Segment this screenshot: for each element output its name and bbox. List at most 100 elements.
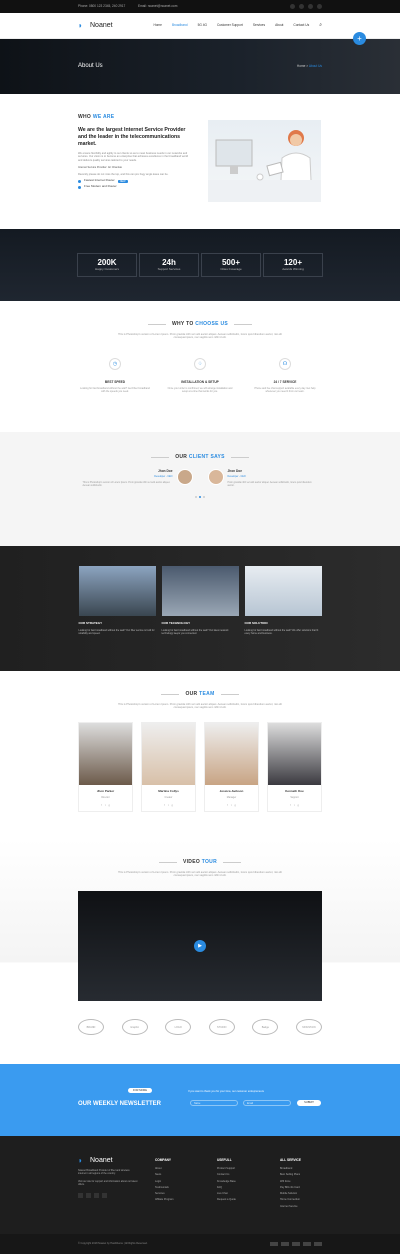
who-title: WHO WE ARE: [78, 114, 115, 120]
twitter-icon: t: [230, 803, 232, 807]
meeting-photo: [78, 566, 156, 616]
search-icon[interactable]: ⌕: [319, 22, 322, 29]
video-title: VIDEO TOUR: [182, 859, 218, 865]
nav-customer-support[interactable]: Customer Support: [217, 23, 243, 27]
why-choose-us-section: WHY TO CHOOSE US This is Photoshop's ver…: [0, 301, 400, 432]
strategy-section: OUR STRATEGY Looking for fast broadband w…: [0, 546, 400, 671]
facebook-icon: f: [164, 803, 165, 807]
new-badge: NEW: [117, 179, 128, 183]
page-banner: + About Us Home > About Us: [0, 32, 400, 94]
testimonial-text: This is Photoshop's version of Lorem Ips…: [82, 481, 171, 488]
facebook-icon: f: [227, 803, 228, 807]
copyright-text: © Copyright 2018 Noanet by Hashtheme | A…: [78, 1242, 148, 1246]
team-section: OUR TEAM This is Photoshop's version of …: [0, 671, 400, 839]
nav-home[interactable]: Home: [153, 23, 162, 27]
feature-item: Free Modem and Router: [78, 184, 193, 189]
testimonial-name: Jhon Doe: [227, 468, 243, 473]
who-we-are-section: WHO WE ARE We are the largest Internet S…: [0, 94, 400, 229]
facebook-icon: f: [101, 803, 102, 807]
feature-installation: ♢ INSTALLATION & SETUP Once your order is …: [165, 357, 235, 394]
testimonial: Jhon Doe Developer - CEO This is Photosho…: [82, 468, 193, 489]
who-headline: We are the largest Internet Service Prov…: [78, 126, 186, 147]
contact-email[interactable]: Email: noanet@noanet.com: [138, 4, 177, 8]
visa-icon: [270, 1242, 278, 1246]
vimeo-icon[interactable]: [94, 1192, 99, 1198]
team-lead: This is Photoshop's version of Lorem Ips…: [118, 702, 282, 710]
newsletter-section: FOR MORE OUR WEEKLY NEWSLETTER If you wa…: [0, 1064, 400, 1136]
nav-broadband[interactable]: Broadband: [172, 23, 188, 27]
card-solution: OUR SOLUTION Looking for fast broadband w…: [244, 566, 322, 671]
setup-icon: ♢: [194, 357, 206, 370]
copyright-bar: © Copyright 2018 Noanet by Hashtheme | A…: [0, 1234, 400, 1254]
plus-button[interactable]: +: [353, 32, 366, 45]
team-member[interactable]: Jhon Parker Director f t g: [78, 721, 133, 812]
discover-icon: [314, 1242, 322, 1246]
nav-about[interactable]: About: [275, 23, 283, 27]
twitter-icon: t: [104, 803, 106, 807]
brand-logo: LOGO: [165, 1019, 192, 1035]
logo-text: Noanet: [90, 21, 113, 29]
video-player[interactable]: ▶: [78, 891, 322, 1001]
who-paragraph: We ensure flexibility and agility to our…: [78, 151, 189, 163]
facebook-icon[interactable]: [290, 4, 295, 9]
brand-logo: STUDIO: [208, 1019, 235, 1035]
google-icon: g: [108, 803, 110, 807]
header: ◗ Noanet Home Broadband 5G 4G Customer S…: [0, 13, 400, 39]
office-woman-photo: [208, 120, 321, 203]
footer-about: Noanet Broadband Provider of fiber and w…: [78, 1169, 130, 1176]
breadcrumb-current: About Us: [308, 64, 322, 68]
brand-logo: Graphic: [121, 1019, 148, 1035]
handshake-photo: [244, 566, 322, 616]
card-strategy: OUR STRATEGY Looking for fast broadband w…: [78, 566, 156, 671]
who-provider: Internet Service Provider: Air Chamkie: [78, 165, 122, 169]
footer: ◗ Noanet Noanet Broadband Provider of fib…: [0, 1136, 400, 1234]
video-tour-section: VIDEO TOUR This is Photoshop's version o…: [0, 839, 400, 1064]
footer-social: [78, 1192, 138, 1198]
team-title: OUR TEAM: [185, 691, 215, 697]
top-bar: Phone: 0800 123 2345, 240 2917 Email: no…: [0, 0, 400, 13]
keyboard-photo: [161, 566, 239, 616]
submit-button[interactable]: SUBMIT: [297, 1100, 321, 1106]
carousel-dots[interactable]: [0, 496, 400, 499]
twitter-icon[interactable]: [299, 4, 304, 9]
avatar: [176, 468, 193, 485]
play-icon[interactable]: ▶: [194, 940, 206, 952]
stat-customers: 200K Happy Customers: [77, 253, 137, 277]
brand-logos: BRAND Graphic LOGO STUDIO Badge MOUNTAIN: [78, 1019, 322, 1035]
name-input[interactable]: Name: [190, 1100, 238, 1106]
client-says-section: OUR CLIENT SAYS Jhon Doe Developer - CEO …: [0, 432, 400, 546]
google-icon: g: [171, 803, 173, 807]
for-more-button[interactable]: FOR MORE: [128, 1088, 152, 1094]
avatar: [207, 468, 224, 485]
member-photo: [79, 722, 132, 785]
member-photo: [268, 722, 321, 785]
team-member[interactable]: Martina Collys Creator f t g: [141, 721, 196, 812]
bullet-icon: [78, 185, 81, 189]
twitter-icon[interactable]: [86, 1192, 91, 1198]
stat-awards: 120+ Awards Winning: [263, 253, 323, 277]
newsletter-title: OUR WEEKLY NEWSLETTER: [78, 1101, 162, 1107]
nav-5g-4g[interactable]: 5G 4G: [198, 23, 207, 27]
breadcrumb-home[interactable]: Home: [297, 64, 306, 68]
choose-lead: This is Photoshop's version of Lorem Ips…: [118, 332, 282, 340]
mastercard-icon: [281, 1242, 289, 1246]
facebook-icon[interactable]: [78, 1192, 83, 1198]
video-lead: This is Photoshop's version of Lorem Ips…: [118, 870, 282, 878]
nav-contact[interactable]: Contact Us: [293, 23, 309, 27]
client-title: OUR CLIENT SAYS: [175, 454, 225, 460]
linkedin-icon[interactable]: [317, 4, 322, 9]
twitter-icon: t: [167, 803, 169, 807]
linkedin-icon[interactable]: [102, 1192, 107, 1198]
team-member[interactable]: Jessica Jackson Manager f t g: [204, 721, 259, 812]
bullet-icon: [78, 179, 81, 183]
nav-services[interactable]: Services: [253, 23, 265, 27]
member-photo: [205, 722, 258, 785]
vimeo-icon[interactable]: [308, 4, 313, 9]
stat-cities: 500+ Cities Coverage: [201, 253, 261, 277]
site-logo[interactable]: ◗ Noanet: [78, 21, 113, 30]
team-member[interactable]: Kenneth Doe Support f t g: [267, 721, 322, 812]
footer-logo[interactable]: ◗ Noanet: [78, 1156, 138, 1165]
feature-24-7-service: ☊ 24 / 7 SERVICE Phone and live chat suppo…: [250, 357, 320, 394]
facebook-icon: f: [290, 803, 291, 807]
email-input[interactable]: Email: [243, 1100, 291, 1106]
